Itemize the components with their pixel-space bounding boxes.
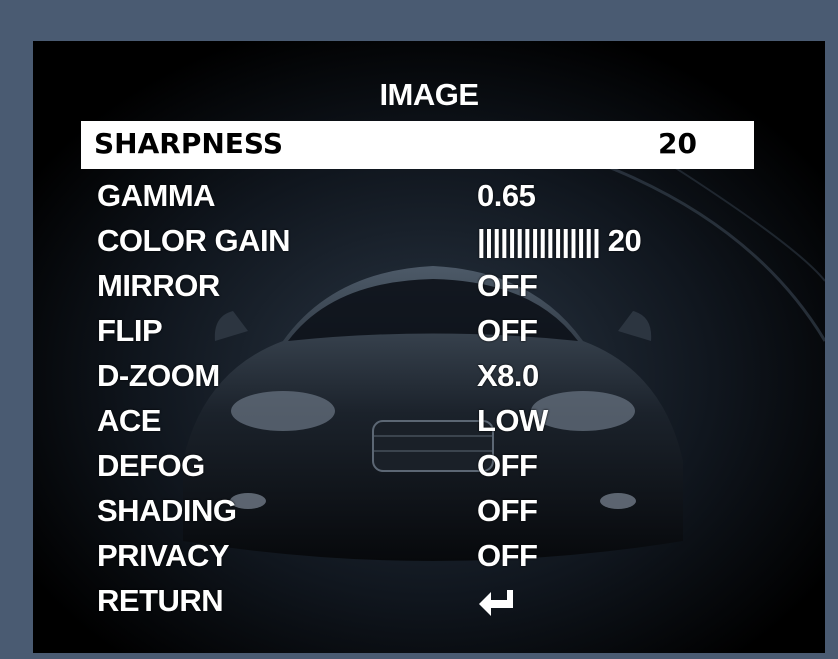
menu-item-label: RETURN — [97, 583, 224, 618]
menu-item-mirror[interactable]: MIRROR OFF — [33, 264, 825, 308]
menu-item-label: DEFOG — [97, 448, 205, 483]
menu-item-label: FLIP — [97, 313, 163, 348]
menu-item-privacy[interactable]: PRIVACY OFF — [33, 534, 825, 578]
monitor-frame: IMAGE SHARPNESS 20 GAMMA 0.65 COLOR GAIN… — [11, 11, 825, 653]
menu-item-flip[interactable]: FLIP OFF — [33, 309, 825, 353]
menu-item-value: OFF — [477, 538, 538, 573]
osd-screen: IMAGE SHARPNESS 20 GAMMA 0.65 COLOR GAIN… — [33, 41, 825, 653]
menu-item-return[interactable]: RETURN — [33, 579, 825, 623]
menu-item-value: LOW — [477, 403, 548, 438]
menu-item-label: PRIVACY — [97, 538, 230, 573]
menu-item-color-gain[interactable]: COLOR GAIN |||||||||||||||| 20 — [33, 219, 825, 263]
menu-item-gamma[interactable]: GAMMA 0.65 — [33, 174, 825, 218]
menu-item-d-zoom[interactable]: D-ZOOM X8.0 — [33, 354, 825, 398]
menu-item-value: OFF — [477, 268, 538, 303]
menu-item-shading[interactable]: SHADING OFF — [33, 489, 825, 533]
menu-item-label: ACE — [97, 403, 161, 438]
menu-item-label: SHARPNESS — [94, 127, 283, 160]
menu-item-value: 20 — [658, 127, 697, 160]
menu-item-label: COLOR GAIN — [97, 223, 291, 258]
menu-item-label: SHADING — [97, 493, 237, 528]
menu-item-label: GAMMA — [97, 178, 216, 213]
menu-title: IMAGE — [379, 77, 479, 112]
menu-item-value: OFF — [477, 448, 538, 483]
menu-item-value — [477, 583, 517, 619]
menu-item-value: OFF — [477, 493, 538, 528]
return-arrow-icon — [479, 589, 513, 616]
menu-item-ace[interactable]: ACE LOW — [33, 399, 825, 443]
menu-item-value: OFF — [477, 313, 538, 348]
level-bar-indicator: |||||||||||||||| — [477, 223, 601, 258]
menu-item-value: X8.0 — [477, 358, 539, 393]
menu-item-sharpness[interactable]: SHARPNESS 20 — [81, 121, 754, 169]
menu-item-value: 0.65 — [477, 178, 536, 213]
menu-item-label: MIRROR — [97, 268, 220, 303]
menu-item-value-group: |||||||||||||||| 20 — [477, 223, 642, 259]
menu-item-defog[interactable]: DEFOG OFF — [33, 444, 825, 488]
menu-item-value: 20 — [607, 223, 642, 258]
menu-item-label: D-ZOOM — [97, 358, 220, 393]
